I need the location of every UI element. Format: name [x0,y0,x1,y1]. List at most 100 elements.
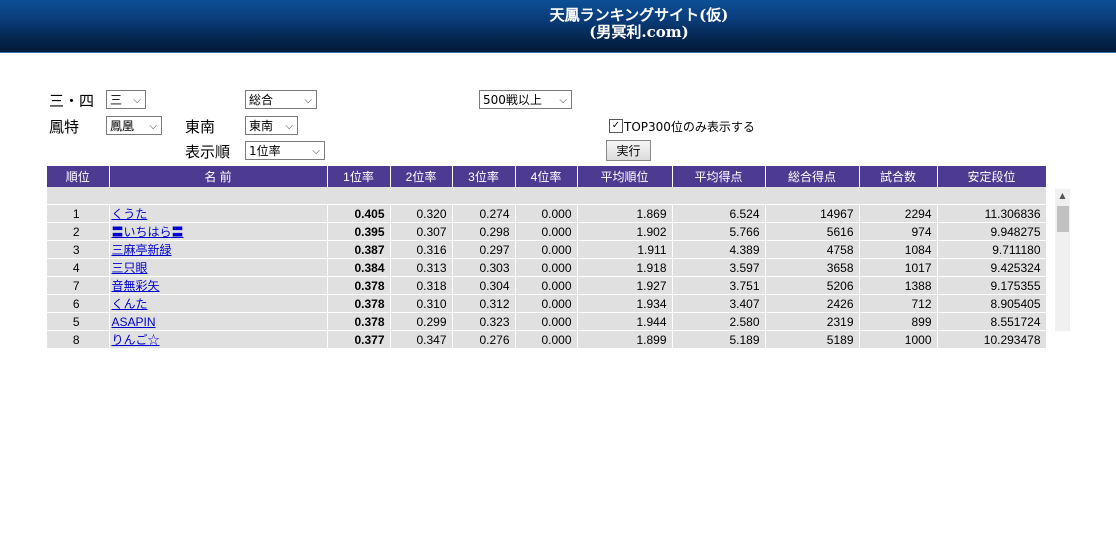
header-rank: 順位 [47,166,110,187]
avg-score-cell: 6.524 [672,204,766,223]
avg-rank-cell: 1.902 [577,222,673,241]
rule-select-value: 東南 [249,119,274,133]
fourth-rate-cell: 0.000 [515,240,578,259]
avg-rank-cell: 1.944 [577,312,673,331]
rank-cell: 7 [47,276,110,295]
games-cell: 1000 [859,330,938,349]
games-select[interactable]: 500戦以上 ⌵ [479,90,572,109]
avg-rank-cell: 1.918 [577,258,673,277]
stable-dan-cell: 9.175355 [937,276,1047,295]
header-avg-score: 平均得点 [672,166,766,187]
rank-cell: 8 [47,330,110,349]
header-second-rate: 2位率 [390,166,453,187]
site-title-line1: 天鳳ランキングサイト(仮) [549,6,729,24]
avg-rank-cell: 1.911 [577,240,673,259]
header-fourth-rate: 4位率 [515,166,578,187]
site-title: 天鳳ランキングサイト(仮) (男冥利.com) [500,7,778,41]
header-third-rate: 3位率 [452,166,516,187]
chevron-down-icon: ⌵ [304,95,312,106]
top300-label: TOP300位のみ表示する [624,120,755,134]
table-row: 7 音無彩矢 0.378 0.318 0.304 0.000 1.927 3.7… [47,276,1047,295]
sort-label: 表示順 [185,143,231,161]
rank-cell: 6 [47,294,110,313]
stable-dan-cell: 11.306836 [937,204,1047,223]
player-link[interactable]: 音無彩矢 [112,279,160,293]
header-first-rate: 1位率 [327,166,391,187]
games-cell: 2294 [859,204,938,223]
first-rate-cell: 0.378 [327,294,391,313]
top300-checkbox[interactable]: ✓ [609,119,623,133]
third-rate-cell: 0.323 [452,312,516,331]
scroll-up-arrow-icon[interactable]: ▲ [1055,189,1070,203]
scope-select[interactable]: 総合 ⌵ [245,90,317,109]
second-rate-cell: 0.347 [390,330,453,349]
name-cell: ASAPIN [109,312,328,331]
table-row: 3 三麻亭新緑 0.387 0.316 0.297 0.000 1.911 4.… [47,240,1047,259]
player-link[interactable]: 〓いちはら〓 [112,225,184,239]
second-rate-cell: 0.313 [390,258,453,277]
third-rate-cell: 0.312 [452,294,516,313]
rank-cell: 5 [47,312,110,331]
rank-cell: 3 [47,240,110,259]
scrollbar-thumb[interactable] [1057,206,1069,232]
games-cell: 1388 [859,276,938,295]
run-button[interactable]: 実行 [606,140,651,161]
total-score-cell: 5206 [765,276,860,295]
name-cell: りんご☆ [109,330,328,349]
rule-label: 東南 [185,118,216,136]
table-row: 8 りんご☆ 0.377 0.347 0.276 0.000 1.899 5.1… [47,330,1047,349]
player-link[interactable]: 三只眼 [112,261,148,275]
chevron-down-icon: ⌵ [133,95,141,106]
fourth-rate-cell: 0.000 [515,294,578,313]
checkmark-icon: ✓ [611,120,621,131]
fourth-rate-cell: 0.000 [515,312,578,331]
second-rate-cell: 0.318 [390,276,453,295]
name-cell: くうた [109,204,328,223]
third-rate-cell: 0.276 [452,330,516,349]
third-rate-cell: 0.298 [452,222,516,241]
fourth-rate-cell: 0.000 [515,276,578,295]
table-row: 5 ASAPIN 0.378 0.299 0.323 0.000 1.944 2… [47,312,1047,331]
avg-rank-cell: 1.899 [577,330,673,349]
site-title-line2: (男冥利.com) [589,23,689,41]
third-rate-cell: 0.274 [452,204,516,223]
stable-dan-cell: 9.425324 [937,258,1047,277]
sort-select[interactable]: 1位率 ⌵ [245,141,325,160]
player-link[interactable]: りんご☆ [112,333,160,347]
avg-score-cell: 3.751 [672,276,766,295]
player-link[interactable]: ASAPIN [112,315,156,329]
stable-dan-cell: 9.711180 [937,240,1047,259]
fourth-rate-cell: 0.000 [515,258,578,277]
first-rate-cell: 0.377 [327,330,391,349]
total-score-cell: 5189 [765,330,860,349]
avg-score-cell: 3.597 [672,258,766,277]
second-rate-cell: 0.320 [390,204,453,223]
scope-select-value: 総合 [249,93,274,107]
players-select[interactable]: 三 ⌵ [106,90,146,109]
second-rate-cell: 0.310 [390,294,453,313]
second-rate-cell: 0.299 [390,312,453,331]
room-select[interactable]: 鳳凰 ⌵ [106,116,162,135]
stable-dan-cell: 10.293478 [937,330,1047,349]
rank-cell: 2 [47,222,110,241]
header-name: 名 前 [109,166,328,187]
rule-select[interactable]: 東南 ⌵ [245,116,298,135]
first-rate-cell: 0.395 [327,222,391,241]
player-link[interactable]: くんた [112,297,148,311]
avg-score-cell: 4.389 [672,240,766,259]
avg-rank-cell: 1.869 [577,204,673,223]
sort-select-value: 1位率 [249,144,281,158]
table-scrollbar[interactable]: ▲ [1055,189,1070,331]
avg-score-cell: 2.580 [672,312,766,331]
avg-score-cell: 3.407 [672,294,766,313]
total-score-cell: 14967 [765,204,860,223]
total-score-cell: 3658 [765,258,860,277]
site-banner: 天鳳ランキングサイト(仮) (男冥利.com) [0,0,1116,53]
rank-cell: 1 [47,204,110,223]
total-score-cell: 5616 [765,222,860,241]
chevron-down-icon: ⌵ [285,121,293,132]
table-row: 4 三只眼 0.384 0.313 0.303 0.000 1.918 3.59… [47,258,1047,277]
player-link[interactable]: 三麻亭新緑 [112,243,172,257]
player-link[interactable]: くうた [112,207,148,221]
total-score-cell: 2319 [765,312,860,331]
